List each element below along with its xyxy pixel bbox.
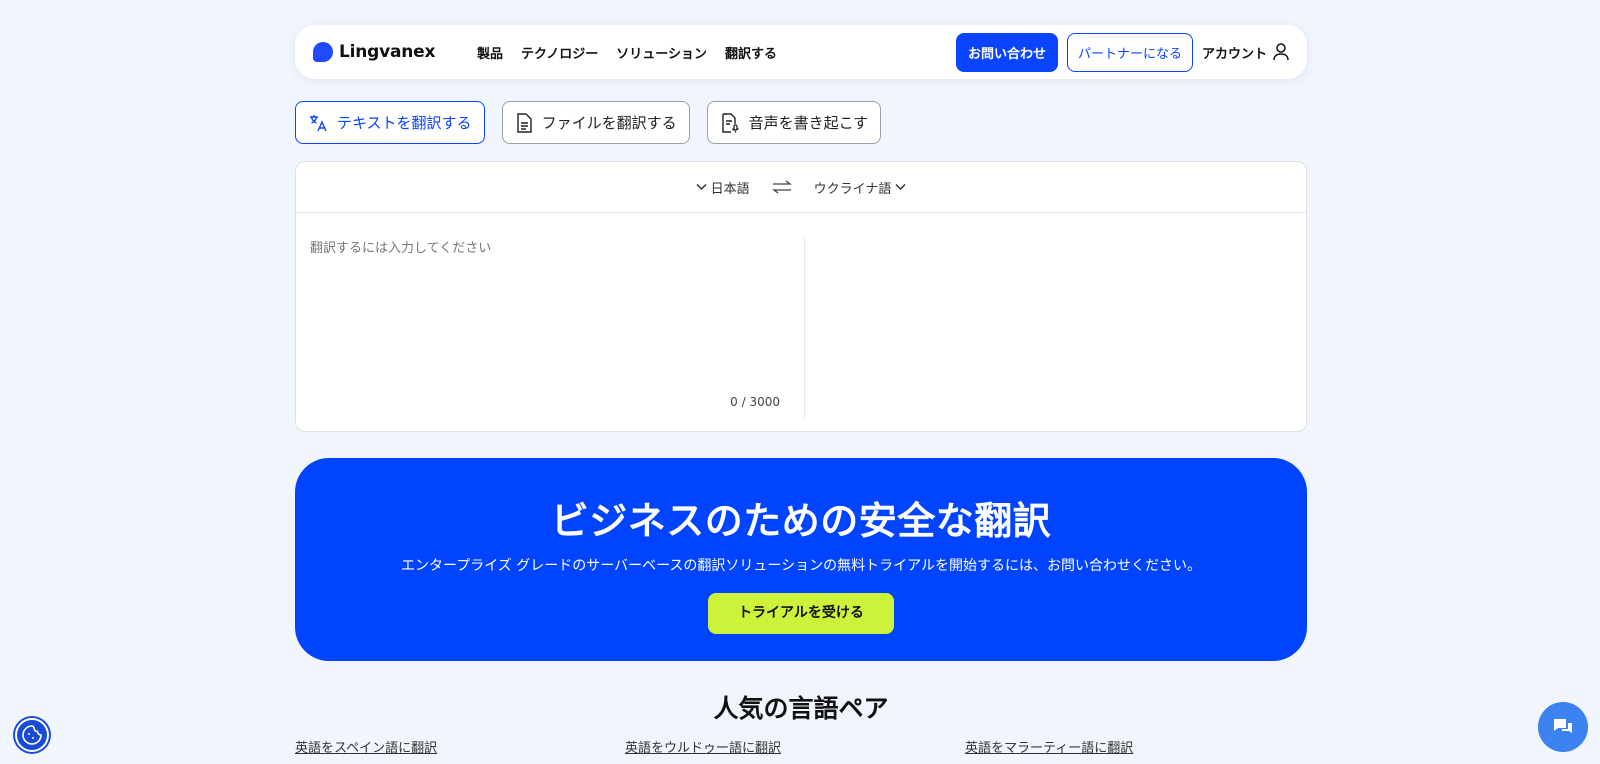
translator-box: 日本語 ウクライナ語 翻訳するには入力してください 0 / 3000 xyxy=(295,161,1307,432)
transcribe-icon xyxy=(721,112,739,133)
user-icon xyxy=(1273,43,1289,61)
business-banner: ビジネスのための安全な翻訳 エンタープライズ グレードのサーバーベースの翻訳ソリ… xyxy=(295,458,1307,661)
partner-button[interactable]: パートナーになる xyxy=(1066,32,1193,72)
nav-item-products[interactable]: 製品 xyxy=(477,43,503,62)
cookie-settings-button[interactable] xyxy=(15,718,49,752)
tab-label: テキストを翻訳する xyxy=(337,114,472,132)
character-counter: 0 / 3000 xyxy=(730,395,780,409)
chat-icon xyxy=(1554,719,1572,733)
source-text-input[interactable]: 翻訳するには入力してください 0 / 3000 xyxy=(296,213,804,431)
main-nav: 製品 テクノロジー ソリューション 翻訳する xyxy=(477,43,777,62)
banner-title: ビジネスのための安全な翻訳 xyxy=(550,499,1052,543)
popular-pairs-list: 英語をスペイン語に翻訳 英語をウルドゥー語に翻訳 英語をマラーティー語に翻訳 xyxy=(295,737,1307,756)
header-actions: お問い合わせ パートナーになる アカウント xyxy=(955,32,1289,72)
tab-label: ファイルを翻訳する xyxy=(541,114,677,132)
swap-languages-icon[interactable] xyxy=(771,180,792,194)
source-language-select[interactable]: 日本語 xyxy=(696,178,750,197)
nav-item-technology[interactable]: テクノロジー xyxy=(521,43,598,62)
language-bar: 日本語 ウクライナ語 xyxy=(296,162,1306,213)
target-language-select[interactable]: ウクライナ語 xyxy=(814,178,907,197)
tab-translate-file[interactable]: ファイルを翻訳する xyxy=(501,101,690,144)
source-language-label: 日本語 xyxy=(710,181,750,197)
account-button[interactable]: アカウント xyxy=(1202,43,1289,62)
logo-text: Lingvanex xyxy=(339,42,436,62)
popular-pairs-title: 人気の言語ペア xyxy=(713,694,889,723)
chevron-down-icon xyxy=(696,183,707,191)
language-pair-link[interactable]: 英語をウルドゥー語に翻訳 xyxy=(625,737,965,756)
site-header: Lingvanex 製品 テクノロジー ソリューション 翻訳する お問い合わせ … xyxy=(295,25,1307,79)
cookie-icon xyxy=(22,725,42,745)
tab-translate-text[interactable]: テキストを翻訳する xyxy=(295,101,485,144)
nav-item-solutions[interactable]: ソリューション xyxy=(616,43,707,62)
tab-transcribe[interactable]: 音声を書き起こす xyxy=(706,101,882,144)
chat-button[interactable] xyxy=(1538,702,1588,752)
contact-button[interactable]: お問い合わせ xyxy=(955,32,1058,72)
account-label: アカウント xyxy=(1201,46,1267,62)
target-language-label: ウクライナ語 xyxy=(813,181,892,197)
translate-icon xyxy=(310,114,327,131)
trial-button[interactable]: トライアルを受ける xyxy=(708,593,894,634)
logo-mark-icon xyxy=(313,42,333,62)
nav-item-translate[interactable]: 翻訳する xyxy=(725,43,777,62)
language-pair-link[interactable]: 英語をスペイン語に翻訳 xyxy=(295,737,625,756)
translation-panes: 翻訳するには入力してください 0 / 3000 xyxy=(296,213,1306,431)
document-icon xyxy=(516,112,532,133)
source-placeholder: 翻訳するには入力してください xyxy=(310,241,492,256)
tab-label: 音声を書き起こす xyxy=(748,114,869,132)
chevron-down-icon xyxy=(895,183,906,191)
mode-tabs: テキストを翻訳する ファイルを翻訳する 音声を書き起こす xyxy=(295,101,1307,144)
banner-subtitle: エンタープライズ グレードのサーバーベースの翻訳ソリューションの無料トライアルを… xyxy=(401,558,1201,574)
translation-output xyxy=(805,213,1306,431)
language-pair-link[interactable]: 英語をマラーティー語に翻訳 xyxy=(965,737,1133,756)
logo[interactable]: Lingvanex xyxy=(313,42,477,62)
